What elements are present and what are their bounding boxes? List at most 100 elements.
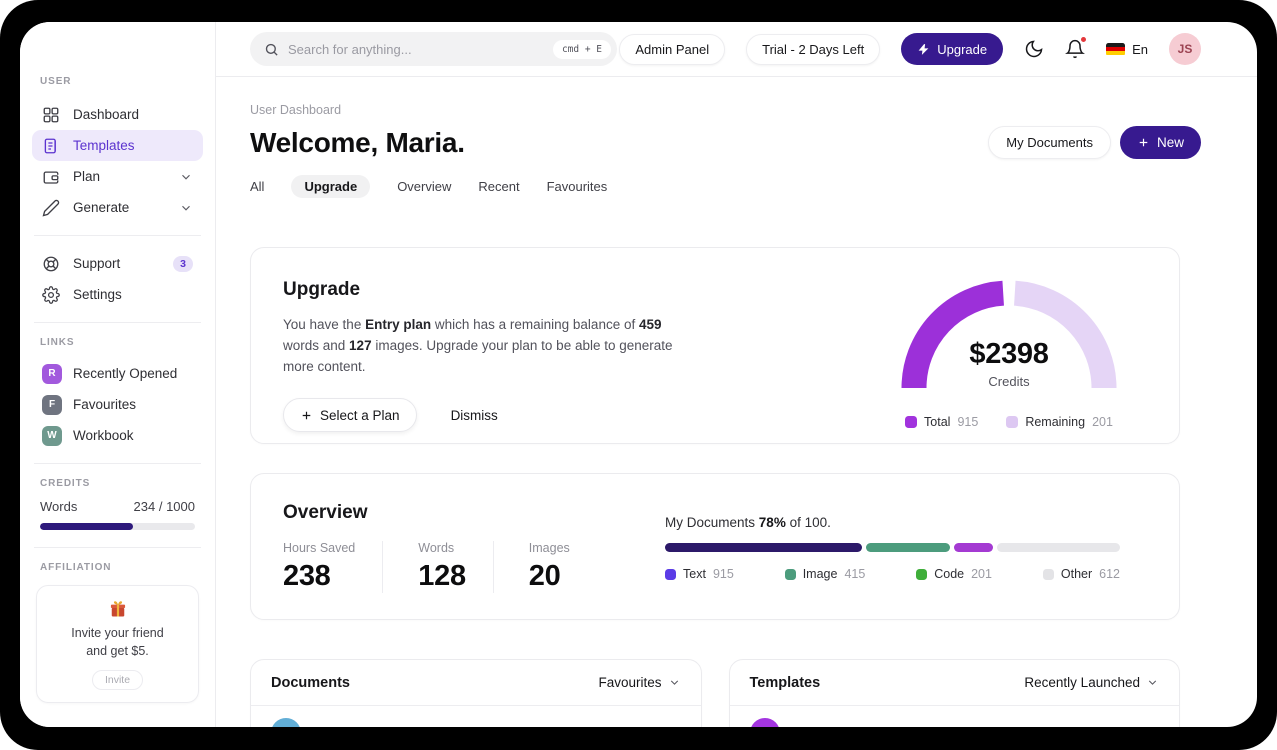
admin-panel-button[interactable]: Admin Panel (619, 33, 726, 65)
documents-progress-chart: My Documents 78% of 100. Text 915 Image … (665, 515, 1120, 591)
sidebar-divider (34, 322, 201, 323)
invite-button[interactable]: Invite (91, 670, 144, 690)
support-count-badge: 3 (173, 255, 193, 272)
sidebar-section-affiliation: AFFILIATION (40, 562, 112, 573)
gauge-center-label: Credits (988, 374, 1030, 389)
templates-panel-title: Templates (749, 674, 821, 691)
template-location: in Workbook (1087, 726, 1159, 728)
my-documents-button[interactable]: My Documents (988, 126, 1111, 159)
content-area: User Dashboard Welcome, Maria. My Docume… (216, 77, 1257, 727)
document-row[interactable]: Untitled Document in Workbook (251, 706, 701, 727)
link-initial-badge: F (42, 394, 62, 415)
breadcrumb: User Dashboard (250, 103, 342, 117)
app-frame: USER Dashboard Templates Plan Generate S… (0, 0, 1277, 750)
sidebar-section-credits: CREDITS (40, 478, 91, 489)
overview-card: Overview Hours Saved 238 Words 128 Image… (250, 473, 1180, 620)
upgrade-button[interactable]: Upgrade (901, 33, 1004, 65)
sidebar-item-label: Settings (73, 287, 122, 302)
chevron-down-icon (1146, 676, 1159, 689)
page-title: Welcome, Maria. (250, 126, 465, 158)
search-bar[interactable]: cmd + E (250, 32, 617, 66)
templates-filter-dropdown[interactable]: Recently Launched (1024, 675, 1159, 690)
chevron-down-icon (179, 201, 193, 215)
tab-bar: All Upgrade Overview Recent Favourites (250, 175, 1201, 198)
trial-status-button[interactable]: Trial - 2 Days Left (746, 33, 881, 65)
sidebar-nav: Dashboard Templates Plan Generate (32, 99, 203, 223)
affiliation-text-line2: and get $5. (86, 643, 149, 658)
dark-mode-toggle[interactable] (1024, 39, 1044, 59)
upgrade-card-body: You have the Entry plan which has a rema… (283, 317, 673, 375)
sidebar-item-generate[interactable]: Generate (32, 192, 203, 223)
sidebar-item-support[interactable]: Support 3 (32, 248, 203, 279)
wallet-icon (42, 168, 60, 186)
sidebar-item-label: Templates (73, 138, 135, 153)
stats-row: Hours Saved 238 Words 128 Images 20 (283, 541, 597, 593)
chevron-down-icon (668, 676, 681, 689)
new-button-label: New (1156, 135, 1184, 150)
bolt-icon (917, 43, 930, 56)
gift-icon (108, 599, 128, 619)
sidebar-links: R Recently Opened F Favourites W Workboo… (32, 358, 203, 451)
sidebar-nav-secondary: Support 3 Settings (32, 248, 203, 310)
language-label: En (1132, 41, 1148, 57)
bar-segment-code (953, 543, 993, 552)
notification-dot (1080, 36, 1088, 43)
plus-icon (1137, 136, 1150, 149)
credits-progress-fill (40, 523, 133, 530)
credits-progress-track (40, 523, 195, 530)
language-selector[interactable]: En (1106, 42, 1148, 57)
sidebar-link-label: Favourites (73, 397, 137, 412)
stat-hours-saved: Hours Saved 238 (283, 541, 356, 592)
template-title: Blog Post Title (794, 725, 884, 727)
gauge-center-value: $2398 (969, 338, 1049, 370)
sidebar-item-plan[interactable]: Plan (32, 161, 203, 192)
credits-value: 234 / 1000 (133, 499, 195, 514)
life-buoy-icon (42, 255, 60, 273)
sidebar-link-workbook[interactable]: W Workbook (32, 420, 203, 451)
sidebar-divider (34, 235, 201, 236)
sidebar-item-templates[interactable]: Templates (32, 130, 203, 161)
templates-icon (42, 137, 60, 155)
template-row[interactable]: Blog Post Title in Workbook (730, 706, 1180, 727)
sidebar-item-label: Support (73, 256, 121, 271)
credits-gauge-chart: $2398 Credits Total 915 Remaining 201 (897, 278, 1121, 429)
sidebar-item-label: Plan (73, 169, 101, 184)
select-plan-button[interactable]: Select a Plan (283, 398, 417, 433)
affiliation-card: Invite your friend and get $5. Invite (36, 585, 199, 703)
overview-card-title: Overview (283, 502, 368, 523)
tab-favourites[interactable]: Favourites (547, 175, 608, 198)
sidebar-link-recently-opened[interactable]: R Recently Opened (32, 358, 203, 389)
tab-recent[interactable]: Recent (478, 175, 519, 198)
stat-words: Words 128 (382, 541, 493, 593)
upgrade-card: Upgrade You have the Entry plan which ha… (250, 247, 1180, 444)
sidebar-item-dashboard[interactable]: Dashboard (32, 99, 203, 130)
tab-upgrade[interactable]: Upgrade (291, 175, 371, 198)
app-window: USER Dashboard Templates Plan Generate S… (20, 22, 1257, 727)
stat-images: Images 20 (492, 541, 597, 593)
upgrade-button-label: Upgrade (937, 41, 988, 57)
main-area: cmd + E Admin Panel Trial - 2 Days Left … (216, 22, 1257, 727)
document-location: in Workbook (608, 726, 680, 728)
new-button[interactable]: New (1119, 126, 1201, 159)
template-avatar (749, 718, 780, 727)
sidebar-divider (34, 547, 201, 548)
notifications-button[interactable] (1065, 36, 1088, 59)
sidebar-link-favourites[interactable]: F Favourites (32, 389, 203, 420)
user-avatar[interactable]: JS (1169, 33, 1201, 65)
plus-icon (300, 409, 313, 422)
stacked-progress-bar (665, 543, 1120, 552)
bar-segment-other (996, 543, 1120, 552)
sidebar-section-links: LINKS (40, 337, 75, 348)
legend-swatch (905, 416, 918, 428)
gauge-legend: Total 915 Remaining 201 (897, 415, 1121, 429)
documents-filter-dropdown[interactable]: Favourites (598, 675, 680, 690)
legend-swatch (1006, 416, 1019, 428)
legend-item-image: Image 415 (784, 567, 865, 581)
dismiss-button[interactable]: Dismiss (451, 408, 498, 423)
sidebar-item-settings[interactable]: Settings (32, 279, 203, 310)
tab-all[interactable]: All (250, 175, 264, 198)
tab-overview[interactable]: Overview (397, 175, 451, 198)
templates-panel: Templates Recently Launched Blog Post Ti… (728, 659, 1180, 727)
document-title: Untitled Document (315, 725, 430, 727)
search-input[interactable] (288, 41, 553, 57)
